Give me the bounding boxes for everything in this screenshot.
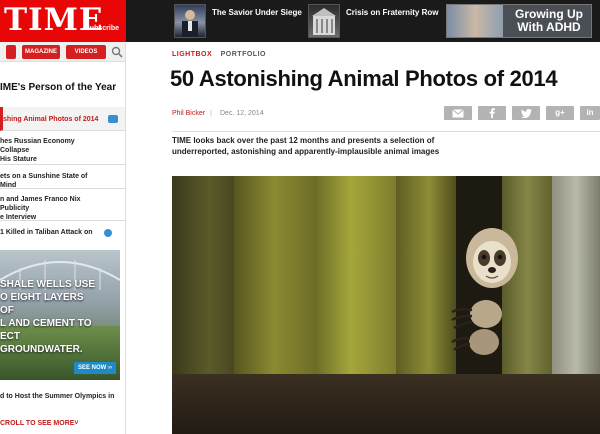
building-icon <box>312 8 336 35</box>
promo-savior[interactable]: The Savior Under Siege <box>174 4 314 38</box>
byline-separator: | <box>210 110 212 117</box>
story-title[interactable]: d to Host the Summer Olympics in <box>0 392 124 401</box>
twitter-icon <box>520 109 532 119</box>
promo-thumbnail <box>174 4 206 38</box>
promo-title: The Savior Under Siege <box>212 8 302 17</box>
search-icon[interactable] <box>111 46 123 58</box>
scroll-more-link[interactable]: CROLL TO SEE MORE˅ <box>0 420 124 427</box>
publish-date: Dec. 12, 2014 <box>220 110 264 117</box>
promo-fraternity[interactable]: Crisis on Fraternity Row <box>308 4 448 38</box>
story-item[interactable]: n and James Franco Nix Publicity e Inter… <box>0 189 125 221</box>
linkedin-share-button[interactable]: in <box>580 106 600 120</box>
promo-title: Crisis on Fraternity Row <box>346 8 439 17</box>
page: TIME Subscribe The Savior Under Siege Cr… <box>0 0 600 434</box>
sloth-icon <box>451 228 518 355</box>
story-item[interactable]: hes Russian Economy Collapse His Stature <box>0 131 125 165</box>
logo-text: TIME <box>4 2 104 38</box>
category-link[interactable]: PORTFOLIO <box>221 51 266 58</box>
camera-icon <box>108 115 118 123</box>
story-item[interactable]: ets on a Sunshine State of Mind <box>0 165 125 189</box>
sidebar-nav: MAGAZINE VIDEOS <box>0 42 125 62</box>
shale-ad[interactable]: SHALE WELLS USE O EIGHT LAYERS OF L AND … <box>0 250 120 380</box>
play-icon <box>104 229 112 237</box>
email-share-button[interactable] <box>444 106 472 120</box>
article-headline: 50 Astonishing Animal Photos of 2014 <box>170 66 558 91</box>
time-logo[interactable]: TIME Subscribe <box>0 0 126 42</box>
story-title: shing Animal Photos of 2014 <box>3 116 99 123</box>
adhd-ad[interactable]: Growing Up With ADHD <box>446 4 592 38</box>
person-icon <box>182 10 198 37</box>
article-lede: TIME looks back over the past 12 months … <box>172 136 440 156</box>
ad-text: Growing Up With ADHD <box>515 7 583 34</box>
story-title: ets on a Sunshine State of Mind <box>0 173 88 189</box>
facebook-share-button[interactable] <box>478 106 506 120</box>
magazine-button[interactable]: MAGAZINE <box>22 45 60 59</box>
see-now-button[interactable]: SEE NOW ›› <box>74 362 116 374</box>
sloth-photo[interactable] <box>172 176 600 434</box>
google-plus-share-button[interactable]: g+ <box>546 106 574 120</box>
sidebar: MAGAZINE VIDEOS IME's Person of the Year… <box>0 42 126 434</box>
story-item[interactable]: shing Animal Photos of 2014 <box>0 107 125 131</box>
envelope-icon <box>452 109 464 118</box>
kicker: LIGHTBOX PORTFOLIO <box>172 51 266 58</box>
story-title: 1 Killed in Taliban Attack on <box>0 229 93 236</box>
author-link[interactable]: Phil Bicker <box>172 110 205 117</box>
nav-button-partial[interactable] <box>6 45 16 59</box>
story-title: hes Russian Economy Collapse His Stature <box>0 138 75 163</box>
floor <box>172 374 600 434</box>
section-link[interactable]: LIGHTBOX <box>172 51 212 58</box>
top-bar: TIME Subscribe The Savior Under Siege Cr… <box>0 0 600 42</box>
story-item[interactable]: 1 Killed in Taliban Attack on <box>0 221 125 247</box>
promo-thumbnail <box>308 4 340 38</box>
videos-button[interactable]: VIDEOS <box>66 45 106 59</box>
ad-photo <box>447 5 503 37</box>
story-list: shing Animal Photos of 2014 hes Russian … <box>0 107 125 247</box>
story-title: n and James Franco Nix Publicity e Inter… <box>0 196 81 221</box>
facebook-icon <box>489 108 495 118</box>
twitter-share-button[interactable] <box>512 106 540 120</box>
ad-text: SHALE WELLS USE O EIGHT LAYERS OF L AND … <box>0 279 96 355</box>
byline: Phil Bicker | Dec. 12, 2014 g+ in <box>172 106 600 132</box>
subscribe-link[interactable]: Subscribe <box>85 25 119 32</box>
article: LIGHTBOX PORTFOLIO 50 Astonishing Animal… <box>126 42 600 434</box>
person-of-year-link[interactable]: IME's Person of the Year <box>0 70 124 106</box>
